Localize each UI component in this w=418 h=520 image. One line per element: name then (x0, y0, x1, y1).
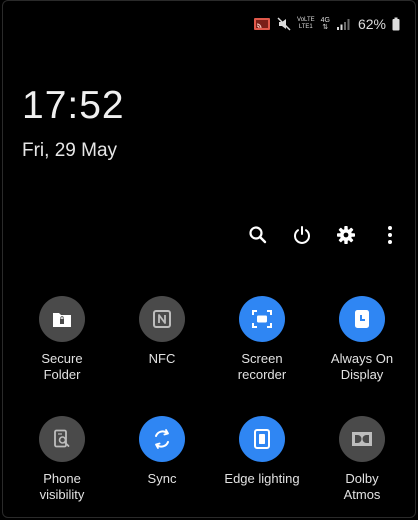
tile-sync[interactable]: Sync (112, 416, 212, 516)
mute-icon (277, 17, 291, 31)
tile-edge-lighting-toggle[interactable] (239, 416, 285, 462)
cast-icon (253, 17, 271, 31)
network-type-label: 4G (320, 17, 330, 24)
status-bar: VoLTE LTE1 4G ⇅ 62% (253, 14, 400, 34)
tile-screen-recorder-toggle[interactable] (239, 296, 285, 342)
volte-icon: VoLTE LTE1 (297, 17, 315, 31)
edge-lighting-icon (253, 429, 271, 449)
always-on-display-icon (353, 309, 371, 329)
tile-sync-toggle[interactable] (139, 416, 185, 462)
tile-label: Sync (147, 471, 177, 486)
screen-recorder-icon (251, 309, 273, 329)
tile-dolby-atmos-toggle[interactable] (339, 416, 385, 462)
tile-edge-lighting[interactable]: Edge lighting (212, 416, 312, 516)
sync-icon (151, 428, 173, 450)
tile-phone-visibility[interactable]: Phone visibility (12, 416, 112, 516)
volte-top-label: VoLTE (297, 17, 315, 23)
search-button[interactable] (236, 220, 280, 250)
tile-label: Edge lighting (224, 471, 300, 486)
tile-label: NFC (148, 351, 176, 366)
search-icon (248, 225, 268, 245)
tile-screen-recorder[interactable]: Screen recorder (212, 296, 312, 416)
tile-dolby-atmos[interactable]: Dolby Atmos (312, 416, 412, 516)
more-vert-icon (387, 225, 393, 245)
tile-label: Secure Folder (41, 351, 83, 382)
power-icon (292, 225, 312, 245)
tile-secure-folder-toggle[interactable] (39, 296, 85, 342)
power-button[interactable] (280, 220, 324, 250)
4g-icon: 4G ⇅ (321, 17, 330, 31)
data-arrows-icon: ⇅ (322, 24, 329, 31)
tile-nfc-toggle[interactable] (139, 296, 185, 342)
tile-phone-visibility-toggle[interactable] (39, 416, 85, 462)
tile-nfc[interactable]: NFC (112, 296, 212, 416)
tile-always-on-display-toggle[interactable] (339, 296, 385, 342)
clock-time: 17:52 (22, 84, 125, 127)
dolby-atmos-icon (351, 431, 373, 447)
tile-secure-folder[interactable]: Secure Folder (12, 296, 112, 416)
tile-label: Screen recorder (237, 351, 287, 382)
tile-label: Always On Display (330, 351, 394, 382)
tile-always-on-display[interactable]: Always On Display (312, 296, 412, 416)
battery-icon (392, 17, 400, 31)
secure-folder-icon (52, 310, 72, 328)
battery-percent: 62% (357, 16, 386, 32)
signal-icon (336, 17, 350, 31)
tile-label: Dolby Atmos (343, 471, 381, 502)
tile-label: Phone visibility (39, 471, 85, 502)
more-options-button[interactable] (368, 220, 412, 250)
quick-panel-toolbar (236, 220, 412, 250)
quick-settings-grid: Secure Folder NFC Screen recorder Always… (12, 296, 412, 516)
nfc-icon (152, 309, 172, 329)
volte-bottom-label: LTE1 (298, 24, 313, 30)
clock-date: Fri, 29 May (22, 140, 118, 161)
gear-icon (336, 225, 356, 245)
phone-visibility-icon (52, 429, 72, 449)
settings-button[interactable] (324, 220, 368, 250)
